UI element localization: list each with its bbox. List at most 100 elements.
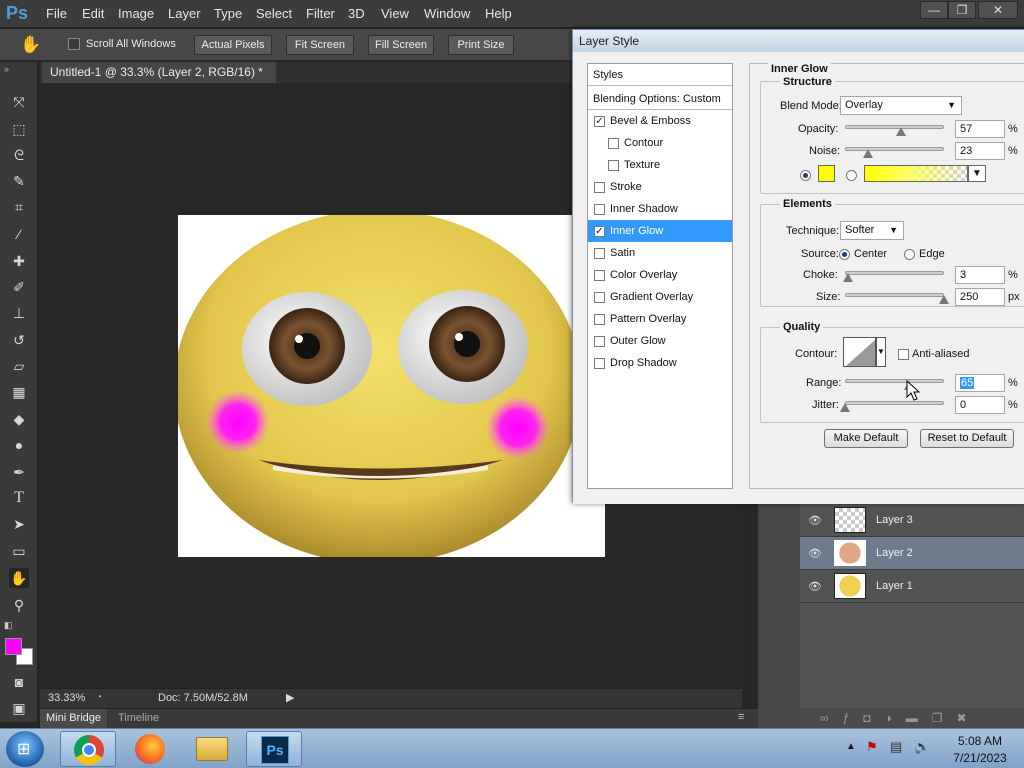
effect-item-satin[interactable]: Satin <box>588 242 732 264</box>
choke-slider-knob[interactable] <box>842 273 853 282</box>
taskbar-app-firefox[interactable] <box>122 731 178 767</box>
effect-item-bevel-emboss[interactable]: ✓ Bevel & Emboss <box>588 110 732 132</box>
range-input[interactable]: 65 <box>955 374 1005 392</box>
lasso-tool-icon[interactable]: ᘓ <box>9 145 29 165</box>
crop-tool-icon[interactable]: ⌗ <box>9 197 29 217</box>
print-size-button[interactable]: Print Size <box>448 35 514 55</box>
size-input[interactable]: 250 <box>955 288 1005 306</box>
glow-color-swatch[interactable] <box>818 165 835 182</box>
tab-mini-bridge[interactable]: Mini Bridge <box>40 709 108 728</box>
noise-input[interactable]: 23 <box>955 142 1005 160</box>
size-slider[interactable] <box>845 293 944 297</box>
visibility-eye-icon[interactable]: 👁 <box>808 547 822 560</box>
brush-tool-icon[interactable]: ✐ <box>9 277 29 297</box>
visibility-eye-icon[interactable]: 👁 <box>808 580 822 593</box>
choke-input[interactable]: 3 <box>955 266 1005 284</box>
taskbar-app-photoshop[interactable]: Ps <box>246 731 302 767</box>
contour-dropdown-icon[interactable]: ▼ <box>876 337 886 367</box>
trash-icon[interactable]: ✖ <box>957 711 981 725</box>
effect-checkbox[interactable] <box>594 269 605 281</box>
zoom-tool-icon[interactable]: ⚲ <box>9 595 29 615</box>
effect-checkbox[interactable]: ✓ <box>594 225 605 237</box>
make-default-button[interactable]: Make Default <box>824 429 908 448</box>
effect-checkbox[interactable] <box>594 181 605 193</box>
effect-checkbox[interactable] <box>594 357 605 369</box>
document-canvas[interactable] <box>178 215 605 557</box>
new-layer-icon[interactable]: ❐ <box>932 711 957 725</box>
history-brush-tool-icon[interactable]: ↺ <box>9 330 29 350</box>
effect-checkbox[interactable]: ✓ <box>594 115 605 127</box>
type-tool-icon[interactable]: T <box>9 488 29 508</box>
menu-filter[interactable]: Filter <box>306 6 335 21</box>
scroll-all-windows-checkbox[interactable] <box>68 38 80 51</box>
fill-screen-button[interactable]: Fill Screen <box>368 35 434 55</box>
eyedropper-tool-icon[interactable]: ⁄ <box>9 224 29 244</box>
collapse-icon[interactable]: » <box>4 64 9 74</box>
anti-aliased-checkbox[interactable] <box>898 348 909 360</box>
menu-file[interactable]: File <box>46 6 67 21</box>
reset-to-default-button[interactable]: Reset to Default <box>920 429 1014 448</box>
source-edge-radio[interactable] <box>904 248 915 260</box>
effect-item-color-overlay[interactable]: Color Overlay <box>588 264 732 286</box>
effect-checkbox[interactable] <box>594 313 605 325</box>
jitter-slider-knob[interactable] <box>840 403 850 412</box>
action-center-icon[interactable]: ⚑ <box>866 739 878 755</box>
gradient-dropdown-icon[interactable]: ▼ <box>968 165 986 182</box>
solid-color-radio[interactable] <box>800 169 811 181</box>
jitter-input[interactable]: 0 <box>955 396 1005 414</box>
pen-tool-icon[interactable]: ✒ <box>9 462 29 482</box>
effect-checkbox[interactable] <box>594 203 605 215</box>
effect-item-pattern-overlay[interactable]: Pattern Overlay <box>588 308 732 330</box>
layer-row-1[interactable]: 👁 Layer 1 <box>800 570 1024 603</box>
default-colors-icon[interactable]: ◧ <box>4 620 13 631</box>
effect-checkbox[interactable] <box>594 247 605 259</box>
adjustment-icon[interactable]: ◑ <box>885 711 906 725</box>
layer-name[interactable]: Layer 3 <box>876 514 913 526</box>
network-icon[interactable]: ▤ <box>890 739 902 755</box>
fx-icon[interactable]: ƒ <box>843 711 864 725</box>
choke-slider[interactable] <box>845 271 944 275</box>
effect-item-inner-glow[interactable]: ✓ Inner Glow <box>588 220 732 242</box>
source-center-radio[interactable] <box>839 248 850 260</box>
clock-time[interactable]: 5:08 AM <box>950 734 1010 748</box>
blend-mode-select[interactable]: Overlay ▼ <box>840 96 962 115</box>
taskbar-app-chrome[interactable] <box>60 731 116 767</box>
effect-item-stroke[interactable]: Stroke <box>588 176 732 198</box>
dialog-title[interactable]: Layer Style <box>573 30 1024 52</box>
gradient-picker[interactable] <box>864 165 968 182</box>
eraser-tool-icon[interactable]: ▱ <box>9 356 29 376</box>
menu-3d[interactable]: 3D <box>348 6 365 21</box>
shape-tool-icon[interactable]: ▭ <box>9 541 29 561</box>
clock-date[interactable]: 7/21/2023 <box>946 751 1014 765</box>
jitter-slider[interactable] <box>845 401 944 405</box>
gradient-tool-icon[interactable]: ▦ <box>9 382 29 402</box>
effect-item-texture[interactable]: Texture <box>588 154 732 176</box>
foreground-color-swatch[interactable] <box>5 638 22 655</box>
menu-view[interactable]: View <box>381 6 409 21</box>
layer-name[interactable]: Layer 2 <box>876 547 913 559</box>
path-select-tool-icon[interactable]: ➤ <box>9 514 29 534</box>
folder-icon[interactable]: ▬ <box>906 711 932 725</box>
effect-item-outer-glow[interactable]: Outer Glow <box>588 330 732 352</box>
noise-slider[interactable] <box>845 147 944 151</box>
effect-item-drop-shadow[interactable]: Drop Shadow <box>588 352 732 374</box>
contour-picker[interactable] <box>843 337 876 367</box>
mask-icon[interactable]: ◘ <box>863 711 884 725</box>
taskbar-app-explorer[interactable] <box>184 731 240 767</box>
stamp-tool-icon[interactable]: ⊥ <box>9 303 29 323</box>
volume-icon[interactable]: 🔈 <box>914 739 930 755</box>
minimize-button[interactable]: — <box>920 1 948 19</box>
hand-tool-icon[interactable]: ✋ <box>20 35 41 55</box>
move-tool-icon[interactable]: ⤧ <box>9 92 29 112</box>
layer-name[interactable]: Layer 1 <box>876 580 913 592</box>
opacity-slider-knob[interactable] <box>896 127 907 136</box>
visibility-eye-icon[interactable]: 👁 <box>808 514 822 527</box>
effect-checkbox[interactable] <box>594 335 605 347</box>
restore-button[interactable]: ❐ <box>948 1 976 19</box>
opacity-input[interactable]: 57 <box>955 120 1005 138</box>
quick-mask-icon[interactable]: ◙ <box>9 672 29 692</box>
status-arrow-icon[interactable]: ▶ <box>286 691 294 704</box>
effect-item-contour[interactable]: Contour <box>588 132 732 154</box>
opacity-slider[interactable] <box>845 125 944 129</box>
menu-type[interactable]: Type <box>214 6 242 21</box>
